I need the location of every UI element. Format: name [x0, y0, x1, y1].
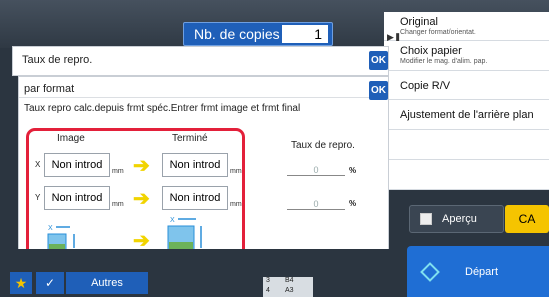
- termine-header: Terminé: [172, 133, 208, 144]
- empty-slot-2: [384, 160, 549, 190]
- preview-icon: [420, 213, 432, 225]
- ok-button-outer[interactable]: OK: [369, 51, 388, 70]
- favorite-star-icon[interactable]: ★: [10, 272, 32, 294]
- image-y-field[interactable]: Non introd: [44, 186, 110, 210]
- image-header: Image: [57, 133, 85, 144]
- copies-label: Nb. de copies: [194, 26, 280, 42]
- y-axis-label: Y: [35, 193, 41, 202]
- divider: [19, 97, 369, 98]
- ratio-y-value: 0: [287, 199, 345, 210]
- paper-tray-indicator: 3 B4 4 A3: [263, 277, 313, 297]
- ca-button[interactable]: CA: [505, 205, 549, 233]
- unit-label: mm: [112, 201, 124, 208]
- unit-label: mm: [230, 201, 242, 208]
- empty-slot-1: [384, 130, 549, 160]
- par-format-description: Taux repro calc.depuis frmt spéc.Entrer …: [24, 103, 301, 114]
- x-axis-label: X: [35, 160, 41, 169]
- arrow-right-icon: ➔: [133, 155, 150, 177]
- ratio-x-value: 0: [287, 165, 345, 176]
- dialog-title: Taux de repro.: [22, 54, 93, 66]
- arrow-right-icon: ➔: [133, 188, 150, 210]
- taux-repro-dialog-header: Taux de repro.: [12, 46, 389, 76]
- apercu-button[interactable]: Aperçu: [409, 205, 504, 233]
- svg-text:X: X: [48, 225, 53, 232]
- depart-label: Départ: [465, 265, 499, 278]
- percent-label: %: [349, 166, 357, 175]
- termine-y-field[interactable]: Non introd: [162, 186, 228, 210]
- ratio-label: Taux de repro.: [291, 140, 355, 151]
- percent-label: %: [349, 199, 357, 208]
- tray-row: 4 A3: [266, 287, 294, 294]
- apercu-label: Aperçu: [442, 213, 477, 225]
- svg-text:X: X: [170, 217, 175, 224]
- copie-rv-button[interactable]: Copie R/V: [384, 71, 549, 100]
- autres-button[interactable]: Autres: [66, 272, 148, 294]
- depart-button[interactable]: Départ: [407, 246, 549, 297]
- choix-papier-button[interactable]: Choix papier Modifier le mag. d'alim. pa…: [384, 41, 549, 71]
- copies-input[interactable]: 1: [282, 25, 328, 43]
- image-x-field[interactable]: Non introd: [44, 153, 110, 177]
- copies-control[interactable]: Nb. de copies 1: [183, 22, 333, 46]
- start-diamond-icon: [420, 261, 440, 282]
- original-button[interactable]: ▶❚ Original Changer format/orientat.: [384, 12, 549, 42]
- termine-x-field[interactable]: Non introd: [162, 153, 228, 177]
- ok-button-inner[interactable]: OK: [369, 81, 388, 100]
- checkmark-icon[interactable]: ✓: [36, 272, 64, 294]
- par-format-title: par format: [24, 83, 75, 95]
- ajustement-arriere-plan-button[interactable]: Ajustement de l'arrière plan: [384, 100, 549, 130]
- unit-label: mm: [230, 168, 242, 175]
- tray-row: 3 B4: [266, 277, 294, 284]
- unit-label: mm: [112, 168, 124, 175]
